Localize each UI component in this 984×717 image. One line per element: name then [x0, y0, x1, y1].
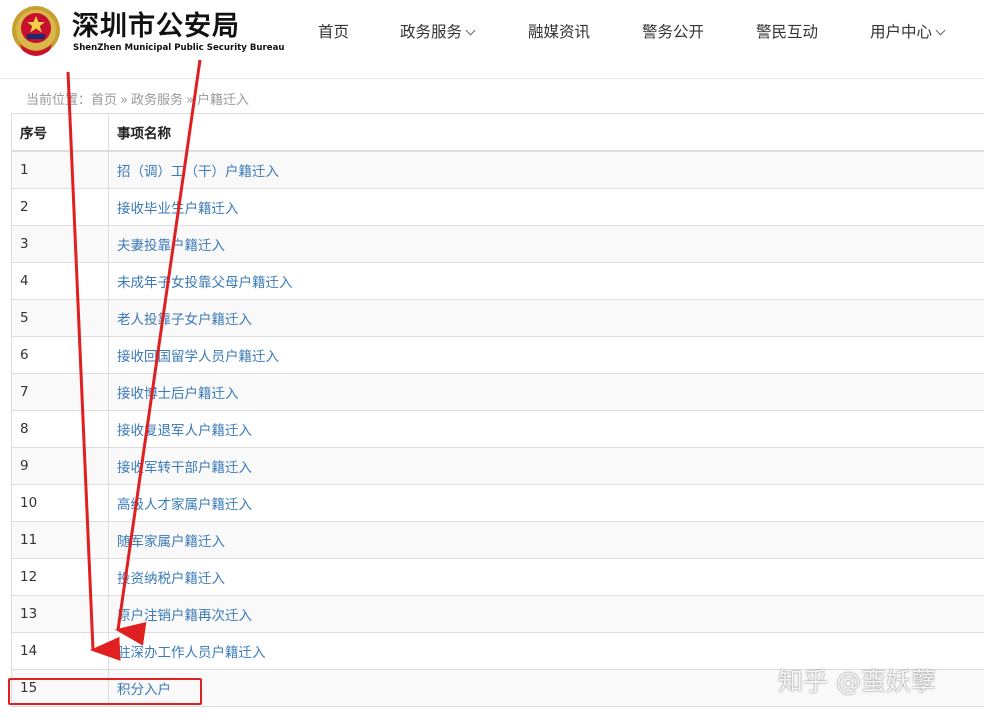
item-link[interactable]: 老人投靠子女户籍迁入 [117, 312, 252, 328]
breadcrumb: 当前位置：首页» 政务服务» 户籍迁入 [26, 89, 249, 108]
row-number: 11 [11, 521, 109, 559]
nav-services[interactable]: 政务服务 [400, 20, 476, 42]
breadcrumb-prefix: 当前位置： [26, 93, 92, 108]
nav-news[interactable]: 融媒资讯 [528, 20, 590, 42]
nav-police-affairs[interactable]: 警务公开 [642, 20, 704, 42]
row-number: 6 [11, 336, 109, 374]
column-header-name: 事项名称 [108, 113, 984, 152]
item-link[interactable]: 驻深办工作人员户籍迁入 [117, 645, 266, 661]
item-link[interactable]: 原户注销户籍再次迁入 [117, 608, 252, 624]
table-row: 3 夫妻投靠户籍迁入 [11, 225, 984, 263]
row-number: 2 [11, 188, 109, 226]
row-number: 3 [11, 225, 109, 263]
row-number: 9 [11, 447, 109, 485]
row-number: 14 [11, 632, 109, 670]
table-row: 8 接收复退军人户籍迁入 [11, 410, 984, 448]
table-row: 13 原户注销户籍再次迁入 [11, 595, 984, 633]
breadcrumb-separator: » [186, 93, 194, 108]
table-row: 2 接收毕业生户籍迁入 [11, 188, 984, 226]
nav-user-center[interactable]: 用户中心 [870, 20, 946, 42]
column-header-number: 序号 [11, 113, 109, 152]
chevron-down-icon [465, 25, 476, 36]
table-row: 12 投资纳税户籍迁入 [11, 558, 984, 596]
item-link[interactable]: 夫妻投靠户籍迁入 [117, 238, 225, 254]
item-link[interactable]: 接收毕业生户籍迁入 [117, 201, 239, 217]
highlight-box [8, 678, 202, 705]
item-link[interactable]: 随军家属户籍迁入 [117, 534, 225, 550]
row-number: 12 [11, 558, 109, 596]
row-number: 7 [11, 373, 109, 411]
breadcrumb-separator: » [120, 93, 128, 108]
table-row: 6 接收回国留学人员户籍迁入 [11, 336, 984, 374]
table-row: 11 随军家属户籍迁入 [11, 521, 984, 559]
breadcrumb-home[interactable]: 首页 [91, 93, 117, 108]
table-row: 9 接收军转干部户籍迁入 [11, 447, 984, 485]
table-row: 1 招（调）工（干）户籍迁入 [11, 150, 984, 189]
item-link[interactable]: 未成年子女投靠父母户籍迁入 [117, 275, 293, 291]
table-row: 5 老人投靠子女户籍迁入 [11, 299, 984, 337]
item-link[interactable]: 高级人才家属户籍迁入 [117, 497, 252, 513]
row-number: 8 [11, 410, 109, 448]
nav-home[interactable]: 首页 [318, 20, 349, 42]
row-number: 4 [11, 262, 109, 300]
watermark: 知乎 @蛮妖孽 [778, 667, 936, 696]
table-row: 4 未成年子女投靠父母户籍迁入 [11, 262, 984, 300]
table-header-row: 序号 事项名称 [11, 113, 984, 152]
row-number: 5 [11, 299, 109, 337]
item-link[interactable]: 招（调）工（干）户籍迁入 [117, 164, 279, 180]
breadcrumb-current: 户籍迁入 [196, 93, 249, 108]
items-table: 序号 事项名称 1 招（调）工（干）户籍迁入 2 接收毕业生户籍迁入 3 夫妻投靠户籍… [11, 113, 984, 707]
item-link[interactable]: 接收军转干部户籍迁入 [117, 460, 252, 476]
main-nav: 首页 政务服务 融媒资讯 警务公开 警民互动 用户中心 [0, 20, 984, 42]
item-link[interactable]: 投资纳税户籍迁入 [117, 571, 225, 587]
row-number: 1 [11, 150, 109, 189]
table-row: 10 高级人才家属户籍迁入 [11, 484, 984, 522]
item-link[interactable]: 接收博士后户籍迁入 [117, 386, 239, 402]
row-number: 13 [11, 595, 109, 633]
chevron-down-icon [935, 25, 946, 36]
item-link[interactable]: 接收复退军人户籍迁入 [117, 423, 252, 439]
site-subtitle: ShenZhen Municipal Public Security Burea… [73, 43, 285, 53]
item-link[interactable]: 接收回国留学人员户籍迁入 [117, 349, 279, 365]
row-number: 10 [11, 484, 109, 522]
table-row: 7 接收博士后户籍迁入 [11, 373, 984, 411]
nav-interaction[interactable]: 警民互动 [756, 20, 818, 42]
site-header: 深圳市公安局 ShenZhen Municipal Public Securit… [0, 0, 984, 79]
breadcrumb-services[interactable]: 政务服务 [131, 93, 183, 108]
